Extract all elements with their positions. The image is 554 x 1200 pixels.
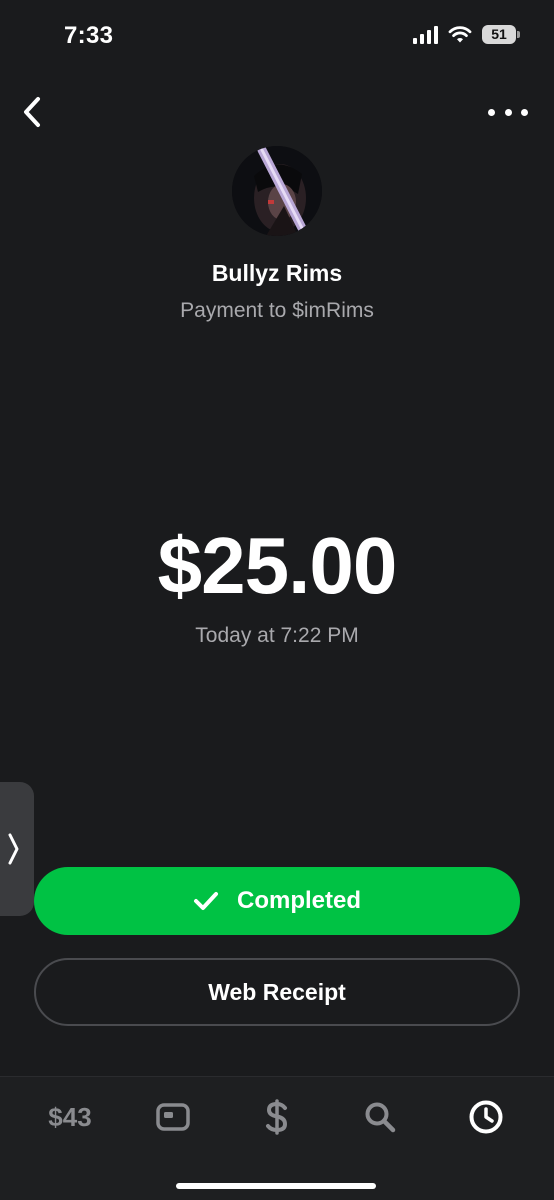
web-receipt-label: Web Receipt xyxy=(208,978,346,1005)
payment-timestamp: Today at 7:22 PM xyxy=(195,624,359,647)
wifi-icon xyxy=(448,25,472,42)
more-dot xyxy=(504,108,512,116)
home-indicator xyxy=(176,1183,376,1189)
dollar-icon xyxy=(266,1099,288,1135)
more-options-button[interactable] xyxy=(488,102,528,122)
search-icon xyxy=(365,1102,396,1133)
recipient-avatar[interactable] xyxy=(232,146,322,236)
status-time: 7:33 xyxy=(64,22,114,49)
activity-clock-icon xyxy=(469,1100,503,1134)
payment-detail-screen: 7:33 51 Bullyz Rims Payment to $imRims $… xyxy=(0,0,554,1200)
cellular-signal-icon xyxy=(413,24,438,44)
payment-subtitle: Payment to $imRims xyxy=(180,299,374,322)
web-receipt-button[interactable]: Web Receipt xyxy=(34,958,520,1026)
avatar-image xyxy=(232,146,322,236)
tab-balance[interactable]: $43 xyxy=(40,1097,100,1137)
battery-icon: 51 xyxy=(482,24,520,44)
tab-card[interactable] xyxy=(150,1097,196,1137)
bottom-tab-bar: $43 xyxy=(0,1076,554,1200)
tab-activity[interactable] xyxy=(464,1097,508,1137)
card-icon xyxy=(156,1103,190,1131)
status-icons: 51 xyxy=(413,24,520,44)
tab-search[interactable] xyxy=(360,1097,400,1137)
completed-status-button[interactable]: Completed xyxy=(34,867,520,935)
chevron-left-icon xyxy=(24,97,40,127)
chevron-right-icon xyxy=(8,833,19,865)
tab-payments[interactable] xyxy=(256,1097,298,1137)
more-dot xyxy=(521,108,528,116)
more-dot xyxy=(488,108,495,116)
payment-amount: $25.00 xyxy=(157,521,398,610)
recipient-name: Bullyz Rims xyxy=(211,260,343,286)
completed-label: Completed xyxy=(236,887,361,914)
checkmark-icon xyxy=(193,892,218,910)
side-drawer-handle[interactable] xyxy=(0,782,34,916)
back-button[interactable] xyxy=(18,94,48,130)
